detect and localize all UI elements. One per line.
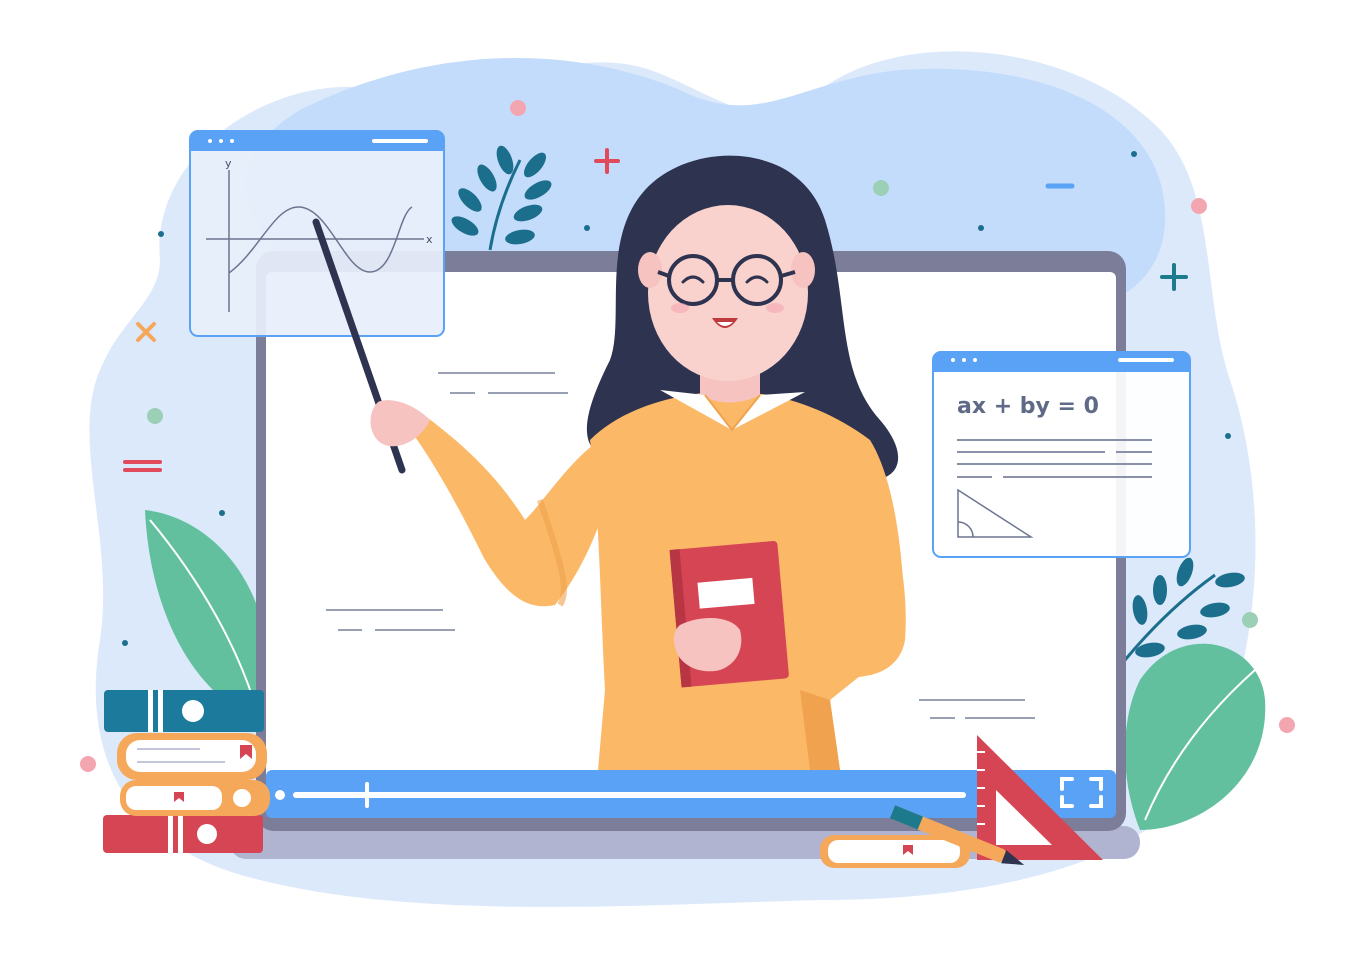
decor-dot	[80, 756, 96, 772]
decor-dot	[1191, 198, 1207, 214]
equation-text: ax + by = 0	[957, 394, 1099, 419]
decor-dot	[584, 225, 590, 231]
decor-dot	[1279, 717, 1295, 733]
decor-dot	[873, 180, 889, 196]
y-axis-label: y	[225, 157, 232, 170]
decor-dot	[158, 231, 164, 237]
decor-dot	[510, 100, 526, 116]
online-teaching-illustration: y x ax + by = 0	[80, 51, 1295, 907]
decor-dot	[122, 640, 128, 646]
decor-dot	[219, 510, 225, 516]
decor-dot	[1242, 612, 1258, 628]
decor-dot	[1225, 433, 1231, 439]
decor-dot	[147, 408, 163, 424]
held-book	[669, 540, 789, 688]
x-axis-label: x	[426, 233, 433, 246]
book-stack	[103, 690, 270, 853]
play-indicator-icon[interactable]	[275, 790, 285, 800]
progress-track[interactable]	[293, 792, 966, 798]
decor-dot	[1131, 151, 1137, 157]
decor-dot	[978, 225, 984, 231]
equation-panel: ax + by = 0	[932, 351, 1191, 558]
